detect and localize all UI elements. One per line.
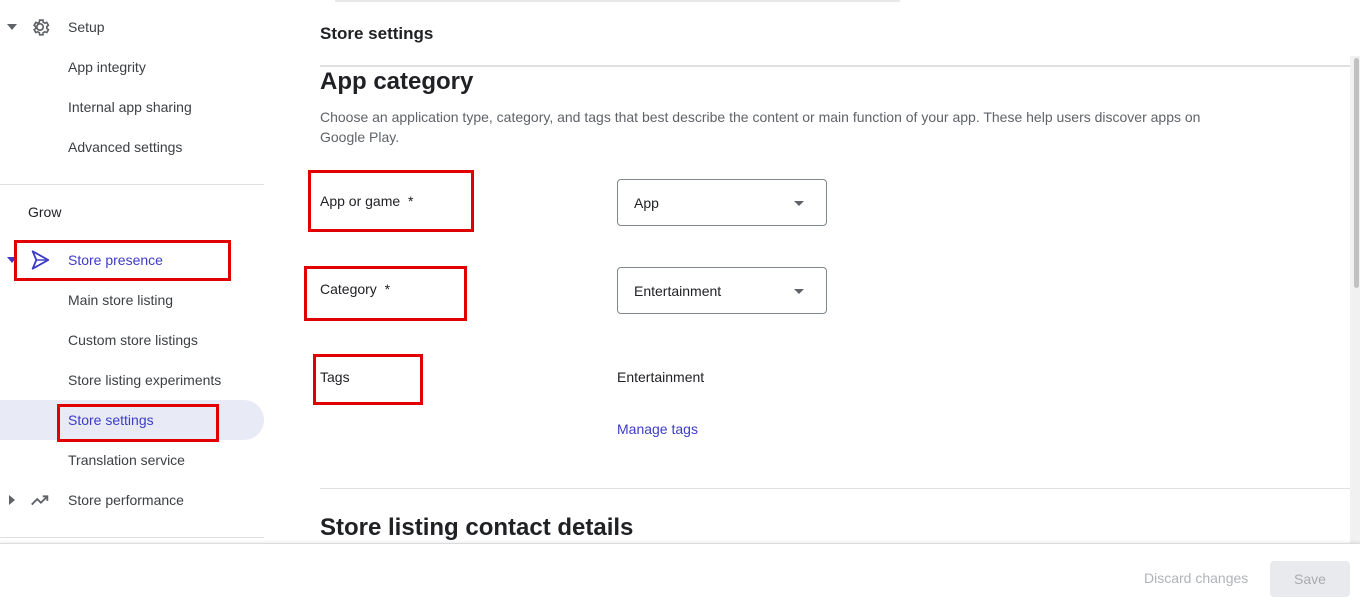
sidebar-item-label: Custom store listings	[68, 332, 198, 348]
sidebar-item-label: Translation service	[68, 452, 185, 468]
field-label-tags: Tags	[320, 369, 350, 385]
sidebar-divider	[0, 184, 264, 185]
section-divider	[320, 488, 1350, 489]
sidebar-item-label: Store listing experiments	[68, 372, 222, 388]
app-or-game-select[interactable]: App	[617, 179, 827, 226]
select-value: App	[634, 194, 659, 211]
section-title-app-category: App category	[320, 68, 474, 95]
sidebar-item-store-performance[interactable]: Store performance	[0, 480, 264, 520]
play-icon	[28, 248, 52, 272]
dropdown-arrow-icon	[794, 289, 804, 294]
caret-right-icon[interactable]	[6, 494, 18, 506]
sidebar-item-store-listing-experiments[interactable]: Store listing experiments	[0, 360, 264, 400]
sidebar-item-translation-service[interactable]: Translation service	[0, 440, 264, 480]
section-title-contact-details: Store listing contact details	[320, 514, 634, 541]
field-label-category: Category *	[320, 281, 390, 297]
discard-changes-button[interactable]: Discard changes	[1144, 570, 1248, 586]
sidebar-item-main-store-listing[interactable]: Main store listing	[0, 280, 264, 320]
title-divider	[320, 65, 1350, 67]
section-description: Choose an application type, category, an…	[320, 109, 1201, 145]
required-mark: *	[407, 193, 414, 209]
sidebar-heading-grow: Grow	[28, 204, 62, 220]
sidebar-item-store-settings[interactable]: Store settings	[0, 400, 264, 440]
sidebar-item-label: Main store listing	[68, 292, 174, 308]
action-footer: Discard changes Save	[0, 543, 1360, 609]
sidebar-item-label: Advanced settings	[68, 139, 183, 155]
sidebar-item-advanced-settings[interactable]: Advanced settings	[0, 127, 264, 167]
sidebar: Setup App integrity Internal app sharing…	[0, 0, 264, 545]
scrollbar-thumb[interactable]	[1354, 58, 1359, 288]
field-label-app-or-game: App or game *	[320, 193, 413, 209]
sidebar-item-setup[interactable]: Setup	[0, 7, 264, 47]
sidebar-item-label: Store settings	[68, 412, 154, 428]
field-label-text: Category	[320, 281, 377, 297]
sidebar-item-label: Internal app sharing	[68, 99, 192, 115]
caret-down-icon[interactable]	[6, 21, 18, 33]
page-title: Store settings	[320, 24, 434, 43]
sidebar-item-store-presence[interactable]: Store presence	[0, 240, 264, 280]
sidebar-item-app-integrity[interactable]: App integrity	[0, 47, 264, 87]
sidebar-divider	[0, 537, 264, 538]
caret-down-icon[interactable]	[6, 254, 18, 266]
manage-tags-link[interactable]: Manage tags	[617, 421, 698, 437]
dropdown-arrow-icon	[794, 201, 804, 206]
category-select[interactable]: Entertainment	[617, 267, 827, 314]
select-value: Entertainment	[634, 282, 722, 299]
tags-value: Entertainment	[617, 369, 705, 385]
sidebar-item-custom-store-listings[interactable]: Custom store listings	[0, 320, 264, 360]
trending-up-icon	[28, 488, 52, 512]
sidebar-item-internal-app-sharing[interactable]: Internal app sharing	[0, 87, 264, 127]
sidebar-item-label: Store presence	[68, 252, 163, 268]
sidebar-item-label: Store performance	[68, 492, 184, 508]
save-button[interactable]: Save	[1270, 561, 1350, 597]
gear-icon	[28, 15, 52, 39]
required-mark: *	[384, 281, 391, 297]
top-divider	[335, 0, 900, 2]
field-label-text: App or game	[320, 193, 401, 209]
sidebar-item-label: App integrity	[68, 59, 146, 75]
sidebar-item-label: Setup	[68, 19, 105, 35]
